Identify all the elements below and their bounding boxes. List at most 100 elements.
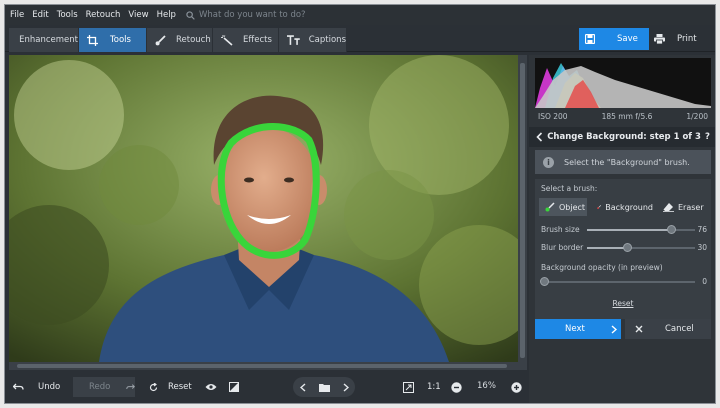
horizontal-scrollbar[interactable] [9,362,518,370]
chevron-right-icon[interactable] [343,382,349,392]
bottom-toolbar: Undo Redo Reset 1:1 16% [5,371,529,403]
reset-label: Reset [168,382,192,392]
print-button[interactable]: Print [652,28,706,50]
opacity-value: 0 [702,277,707,286]
eraser-brush-button[interactable]: Eraser [657,198,707,216]
tab-tools-label: Tools [110,35,131,45]
info-icon: i [543,156,554,168]
blur-border-knob[interactable] [622,243,632,252]
zoom-out-button[interactable] [451,377,463,397]
undo-icon [13,383,24,390]
crop-icon [87,34,98,46]
chevron-left-icon[interactable] [299,382,306,392]
photo-canvas[interactable] [9,55,518,362]
actual-size-label: 1:1 [427,382,441,392]
menu-retouch[interactable]: Retouch [86,10,121,20]
info-message: i Select the "Background" brush. [535,150,711,174]
brush-size-slider-row: Brush size 76 [541,225,707,237]
redo-button[interactable]: Redo [73,377,135,397]
portrait-photo [9,55,518,362]
next-button[interactable]: Next [535,319,621,339]
chevron-right-icon [611,324,617,334]
app-window: File Edit Tools Retouch View Help What d… [4,4,716,404]
search-placeholder: What do you want to do? [198,10,306,20]
fit-screen-button[interactable] [403,377,415,397]
tab-captions[interactable]: Captions [279,28,347,52]
zoom-in-button[interactable] [511,377,523,397]
tab-tools[interactable]: Tools [79,28,147,52]
actual-size-button[interactable]: 1:1 [427,377,443,397]
undo-label: Undo [38,382,61,392]
floppy-disk-icon [585,34,595,44]
tab-effects[interactable]: Effects [213,28,279,52]
menu-edit[interactable]: Edit [32,10,48,20]
fit-screen-icon [403,381,414,393]
opacity-label: Background opacity (in preview) [541,263,663,272]
eye-icon [205,384,217,390]
vertical-scrollbar[interactable] [518,55,527,370]
redo-label: Redo [89,382,111,392]
brush-size-value: 76 [697,225,707,234]
side-panel: ISO 200 185 mm f/5.6 1/200 Change Backgr… [529,55,715,403]
background-brush-label: Background [605,202,653,212]
menu-view[interactable]: View [128,10,148,20]
object-brush-label: Object [559,202,586,212]
horizontal-scroll-thumb[interactable] [17,364,507,368]
vertical-scroll-thumb[interactable] [520,63,525,358]
opacity-slider[interactable] [540,277,695,287]
main-toolbar: Enhancement Tools Retouch Effects Captio… [5,26,715,52]
histogram-graph [535,63,711,108]
zoom-out-icon [451,381,462,393]
folder-icon[interactable] [318,383,330,392]
exif-shutter: 1/200 [686,111,708,121]
eraser-brush-label: Eraser [678,202,704,212]
exif-iso: ISO 200 [538,111,568,121]
text-icon [287,34,300,45]
menu-help[interactable]: Help [157,10,176,20]
reset-link[interactable]: Reset [535,299,711,308]
object-brush-icon [545,202,555,212]
redo-icon [126,384,135,389]
info-text: Select the "Background" brush. [564,157,690,167]
magic-wand-icon [221,34,233,46]
object-brush-button[interactable]: Object [539,198,587,216]
compare-icon [229,382,239,392]
zoom-in-icon [511,381,522,393]
reset-icon [149,382,158,391]
search-icon [186,10,195,20]
opacity-knob[interactable] [540,277,549,286]
brush-size-knob[interactable] [667,225,677,234]
blur-border-value: 30 [697,243,707,252]
save-label: Save [617,34,638,44]
reset-button[interactable]: Reset [145,377,197,397]
save-button[interactable]: Save [579,28,649,50]
help-button[interactable]: ? [705,132,710,142]
tab-effects-label: Effects [243,35,272,45]
menu-tools[interactable]: Tools [57,10,78,20]
menu-file[interactable]: File [10,10,24,20]
close-icon [635,325,643,333]
blur-border-slider[interactable] [587,243,695,253]
background-brush-icon [597,205,602,209]
step-header: Change Background: step 1 of 3 ? [529,127,715,147]
histogram [535,58,711,108]
tab-captions-label: Captions [308,35,346,45]
back-arrow-icon[interactable] [536,132,543,142]
blur-border-label: Blur border [541,243,584,252]
brush-settings: Select a brush: Object Background Eraser… [535,179,711,319]
printer-icon [654,34,665,44]
compare-button[interactable] [229,377,243,397]
blur-border-slider-row: Blur border 30 [541,243,707,255]
search-field[interactable]: What do you want to do? [186,10,306,20]
cancel-button[interactable]: Cancel [625,319,711,339]
exif-lens: 185 mm f/5.6 [601,111,653,121]
brush-size-slider[interactable] [587,225,695,235]
zoom-level: 16% [477,381,496,391]
background-brush-button[interactable]: Background [591,198,653,216]
cancel-label: Cancel [665,324,694,334]
tab-enhancement[interactable]: Enhancement [9,28,79,52]
preview-button[interactable] [205,377,219,397]
photo-navigator [293,377,355,397]
tab-retouch[interactable]: Retouch [147,28,213,52]
undo-button[interactable]: Undo [13,377,71,397]
